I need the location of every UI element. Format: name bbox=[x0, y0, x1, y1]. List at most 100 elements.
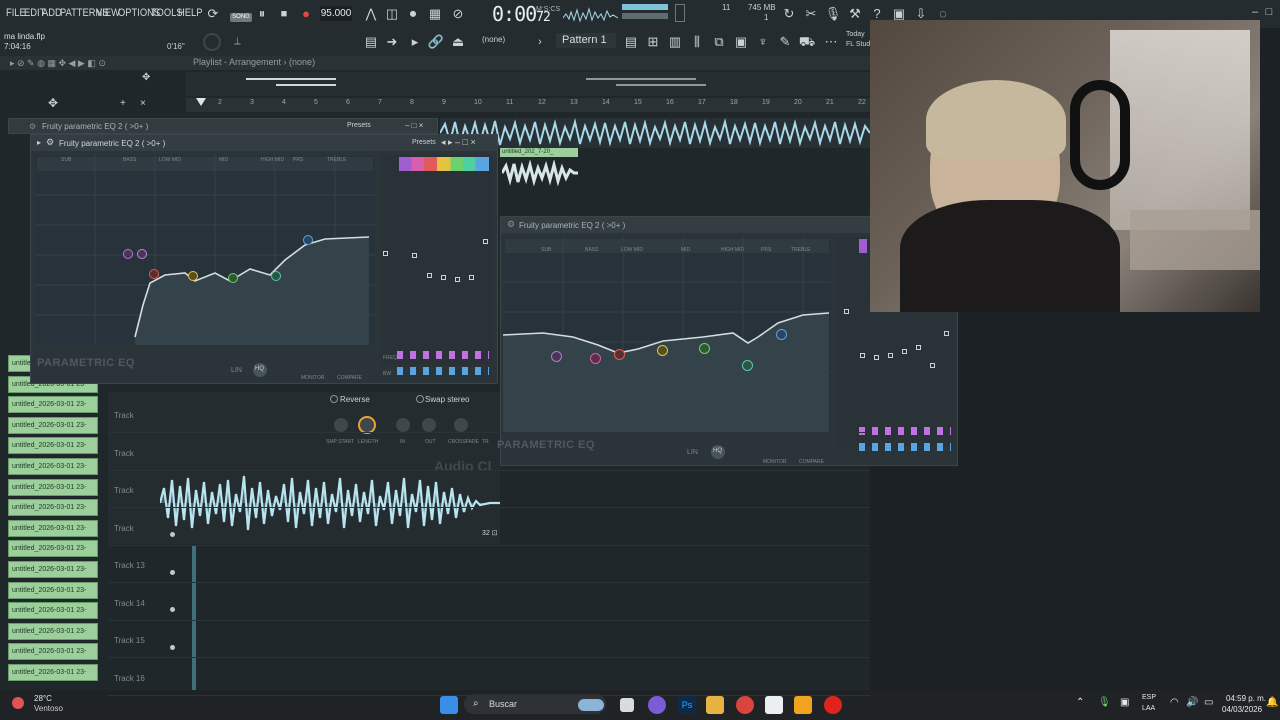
master-knob[interactable] bbox=[203, 33, 221, 51]
windows-start-icon[interactable] bbox=[440, 696, 458, 714]
ruler-bar-number[interactable]: 6 bbox=[346, 99, 350, 106]
master-slider[interactable] bbox=[675, 4, 685, 22]
eq2-band6-handle[interactable] bbox=[742, 360, 753, 371]
track-lane[interactable] bbox=[108, 396, 870, 433]
chevron-right-icon[interactable]: › bbox=[531, 33, 549, 51]
add-pattern-icon[interactable]: ▤ bbox=[622, 33, 640, 51]
eq2-slider-handle-4[interactable] bbox=[888, 353, 893, 358]
loop-icon[interactable]: ⟳ bbox=[204, 5, 222, 23]
eq2-slider-handle-1[interactable] bbox=[844, 309, 849, 314]
plus-icon[interactable]: + bbox=[120, 98, 126, 109]
menu-view[interactable]: VIEW bbox=[96, 7, 120, 19]
playlist-icon[interactable]: ⧉ bbox=[710, 33, 728, 51]
plugin-icon[interactable]: ♆ bbox=[754, 33, 772, 51]
track-lane[interactable] bbox=[108, 471, 870, 508]
ruler-bar-number[interactable]: 8 bbox=[410, 99, 414, 106]
ruler-bar-number[interactable]: 2 bbox=[218, 99, 222, 106]
ruler-bar-number[interactable]: 13 bbox=[570, 99, 578, 106]
eq1-bw-knobs[interactable] bbox=[397, 367, 489, 375]
ruler-bar-number[interactable]: 17 bbox=[698, 99, 706, 106]
track-label[interactable]: Track 16 bbox=[114, 674, 145, 683]
audio-clip-label[interactable]: untitled_202_7-20_ bbox=[500, 148, 578, 157]
opera-icon[interactable] bbox=[824, 696, 842, 714]
menu-file[interactable]: FILE bbox=[6, 7, 26, 19]
track-label[interactable]: Track bbox=[114, 524, 134, 533]
countdown-icon[interactable]: ⏺ bbox=[404, 5, 422, 23]
language-code[interactable]: ESP bbox=[1142, 694, 1156, 701]
step-icon[interactable]: ▦ bbox=[426, 5, 444, 23]
eq2-slider-handle-2[interactable] bbox=[860, 353, 865, 358]
playhead-marker-icon[interactable] bbox=[196, 98, 206, 106]
eq1-hq-button[interactable]: HQ bbox=[253, 363, 267, 377]
track-lane[interactable] bbox=[108, 546, 870, 583]
eq2-slider-handle-3[interactable] bbox=[874, 355, 879, 360]
eq1-monitor[interactable]: MONITOR bbox=[301, 375, 325, 381]
song-mode-badge[interactable]: SONG bbox=[230, 13, 252, 22]
eq1-slider-handle-5[interactable] bbox=[455, 277, 460, 282]
track-lane[interactable] bbox=[108, 659, 870, 696]
move-icon[interactable]: ✥ bbox=[48, 96, 58, 110]
keyboard-layout[interactable]: LAA bbox=[1142, 705, 1155, 712]
mic-icon[interactable]: 🎙 bbox=[824, 5, 842, 23]
clip-waveform-small[interactable] bbox=[502, 160, 578, 186]
eq-back-presets[interactable]: Presets bbox=[347, 122, 371, 129]
stop-icon[interactable]: ■ bbox=[275, 5, 293, 23]
eq2-band2-handle[interactable] bbox=[590, 353, 601, 364]
playlist-ruler[interactable]: 2 3 4 5 6 7 8 9 10 11 12 13 14 15 16 17 18 19 20 21 22 bbox=[186, 98, 870, 112]
file-explorer-icon[interactable] bbox=[706, 696, 724, 714]
pattern-list-item[interactable]: untitled_2026-03-01 23- bbox=[8, 499, 98, 517]
more-icon[interactable]: ⋯ bbox=[822, 33, 840, 51]
wrench-icon[interactable]: ⚒ bbox=[846, 5, 864, 23]
pattern-list-item[interactable]: untitled_2026-03-01 23- bbox=[8, 416, 98, 434]
eq2-band4-handle[interactable] bbox=[657, 345, 668, 356]
track-mute-dot[interactable] bbox=[170, 607, 175, 612]
pattern-list-item[interactable]: untitled_2026-03-01 23- bbox=[8, 437, 98, 455]
eq2-band7-handle[interactable] bbox=[776, 329, 787, 340]
menu-arrow-icon[interactable]: ▸ bbox=[406, 33, 424, 51]
blend-icon[interactable]: ⊘ bbox=[449, 5, 467, 23]
browser-icon[interactable]: ▣ bbox=[732, 33, 750, 51]
ruler-bar-number[interactable]: 16 bbox=[666, 99, 674, 106]
eq-window-1[interactable]: ▸ ⚙ Fruity parametric EQ 2 ( >0+ ) Prese… bbox=[30, 134, 498, 384]
eq2-band-color-1[interactable] bbox=[859, 239, 867, 253]
eq2-slider-handle-8[interactable] bbox=[944, 331, 949, 336]
ruler-bar-number[interactable]: 20 bbox=[794, 99, 802, 106]
discord-icon[interactable] bbox=[648, 696, 666, 714]
tray-app-icon[interactable]: ▣ bbox=[1120, 697, 1129, 708]
playlist-overview[interactable] bbox=[186, 72, 870, 96]
track-lane[interactable] bbox=[108, 434, 870, 471]
track-lane[interactable] bbox=[108, 509, 870, 546]
eq1-band3-handle[interactable] bbox=[149, 269, 159, 279]
eq1-band1-handle[interactable] bbox=[123, 249, 133, 259]
eq2-bw-knobs[interactable] bbox=[859, 443, 951, 451]
mixer-icon[interactable]: ⫼ bbox=[688, 33, 706, 51]
eq1-graph[interactable] bbox=[35, 155, 375, 345]
track-mute-dot[interactable] bbox=[170, 569, 175, 575]
eq1-band2-handle[interactable] bbox=[137, 249, 147, 259]
wifi-icon[interactable]: ◠ bbox=[1170, 697, 1179, 708]
eq1-slider-handle-2[interactable] bbox=[412, 253, 417, 258]
track-label[interactable]: Track bbox=[114, 449, 134, 458]
tray-chevron-icon[interactable]: ⌃ bbox=[1076, 697, 1084, 708]
eq1-lin[interactable]: LIN bbox=[231, 367, 242, 374]
ruler-bar-number[interactable]: 3 bbox=[250, 99, 254, 106]
playlist-tools-icon[interactable]: ▸ ⊘ ✎ ◍ ▦ ✥ ◀ ▶ ◧ ⊙ bbox=[10, 58, 106, 69]
snap-icon[interactable]: ✥ bbox=[142, 72, 150, 83]
track-mute-dot[interactable] bbox=[170, 644, 175, 650]
menu-add[interactable]: ADD bbox=[42, 7, 62, 19]
eq-window-back[interactable]: ⚙ Fruity parametric EQ 2 ( >0+ ) Presets… bbox=[8, 118, 438, 134]
track-mute-dot[interactable] bbox=[170, 532, 175, 537]
eq1-band-sliders[interactable] bbox=[381, 155, 493, 365]
pattern-list-item[interactable]: untitled_2026-03-01 23- bbox=[8, 561, 98, 578]
pattern-list-item[interactable]: untitled_2026-03-01 23- bbox=[8, 643, 98, 661]
pattern-list-item[interactable]: untitled_2026-03-01 23- bbox=[8, 478, 98, 496]
track-label[interactable]: Track 13 bbox=[114, 561, 145, 570]
playlist-pattern-sel[interactable]: (none) bbox=[289, 57, 315, 67]
ruler-bar-number[interactable]: 9 bbox=[442, 99, 446, 106]
maximize-icon[interactable]: □ bbox=[1260, 3, 1278, 21]
audio-track-waveform[interactable] bbox=[440, 118, 870, 148]
close-icon[interactable]: × bbox=[140, 98, 146, 109]
eq2-freq-knobs[interactable] bbox=[859, 427, 951, 435]
ruler-bar-number[interactable]: 21 bbox=[826, 99, 834, 106]
piano-roll-icon[interactable]: ▥ bbox=[666, 33, 684, 51]
